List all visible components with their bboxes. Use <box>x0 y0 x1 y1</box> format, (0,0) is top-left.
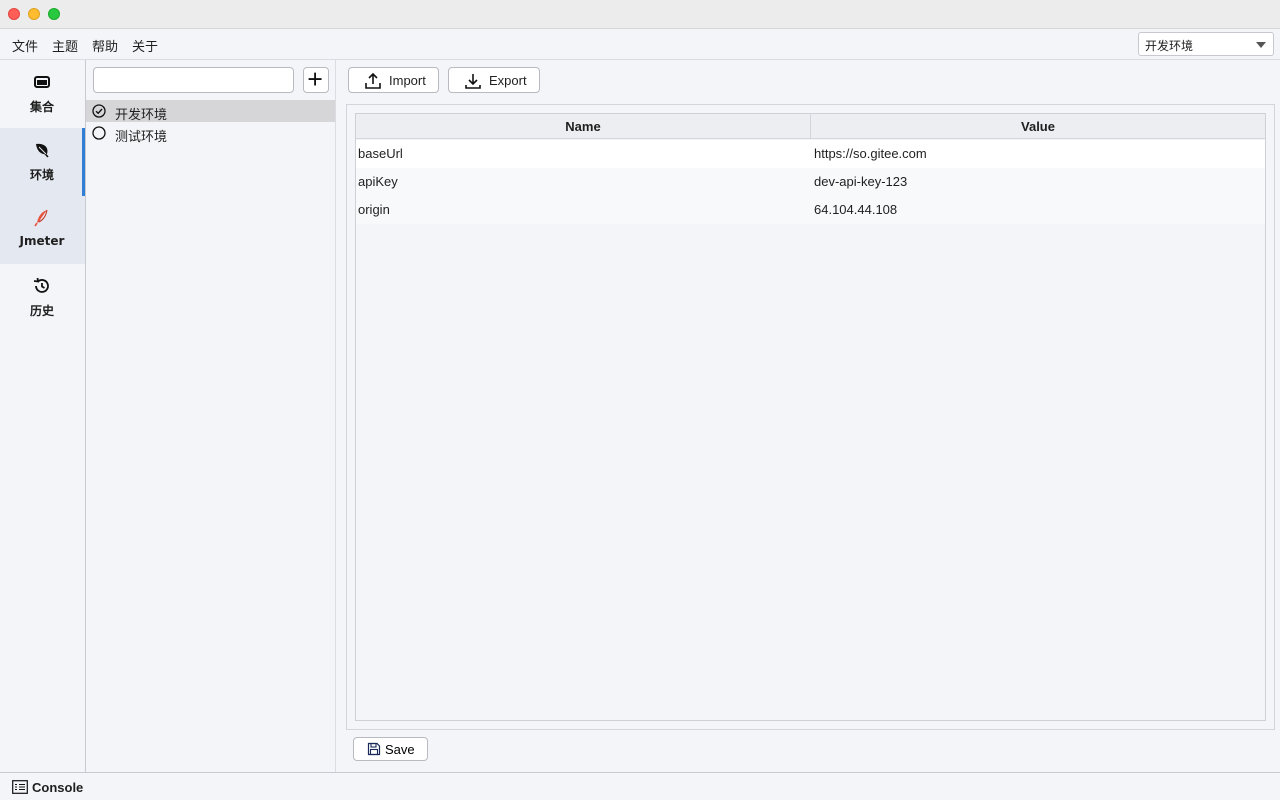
status-bar: Console <box>0 772 1280 800</box>
nav-item-label: 集合 <box>29 100 54 114</box>
active-indicator <box>82 128 85 196</box>
nav-item-history[interactable]: 历史 <box>0 264 85 332</box>
add-environment-button[interactable] <box>303 67 329 93</box>
console-label: Console <box>32 780 84 795</box>
menu-file[interactable]: 文件 <box>12 36 38 55</box>
environment-select[interactable]: 开发环境 <box>1138 32 1274 56</box>
console-icon <box>12 780 28 794</box>
variable-name-cell[interactable]: origin <box>358 202 390 217</box>
table-row[interactable]: baseUrl https://so.gitee.com <box>356 140 1265 168</box>
nav-item-collections[interactable]: 集合 <box>0 60 85 128</box>
environment-item[interactable]: 开发环境 <box>86 100 335 123</box>
table-header: Name Value <box>356 114 1265 139</box>
check-circle-icon <box>92 104 106 118</box>
menu-help[interactable]: 帮助 <box>92 36 118 55</box>
upload-icon <box>365 72 381 89</box>
variable-value-cell[interactable]: 64.104.44.108 <box>814 202 897 217</box>
environment-search-input[interactable] <box>93 67 294 93</box>
export-button[interactable]: Export <box>448 67 540 93</box>
column-header-name[interactable]: Name <box>356 119 810 134</box>
nav-item-label: 历史 <box>29 304 54 318</box>
feather-icon <box>34 209 48 227</box>
import-button[interactable]: Import <box>348 67 439 93</box>
circle-icon <box>92 126 106 140</box>
nav-item-label: 环境 <box>29 168 54 182</box>
variable-value-cell[interactable]: https://so.gitee.com <box>814 146 927 161</box>
nav-item-label: Jmeter <box>19 234 65 248</box>
save-icon <box>367 742 381 756</box>
variable-name-cell[interactable]: apiKey <box>358 174 398 189</box>
window-minimize-button[interactable] <box>28 8 40 20</box>
table-row[interactable]: apiKey dev-api-key-123 <box>356 168 1265 196</box>
leaf-icon <box>36 143 49 158</box>
table-row[interactable]: origin 64.104.44.108 <box>356 196 1265 224</box>
save-button[interactable]: Save <box>353 737 428 761</box>
window-close-button[interactable] <box>8 8 20 20</box>
environment-item[interactable]: 测试环境 <box>86 122 335 145</box>
environment-name: 开发环境 <box>115 108 168 123</box>
chevron-down-icon <box>1256 42 1266 48</box>
history-icon <box>33 277 49 293</box>
download-icon <box>465 74 481 89</box>
menu-bar: 文件 主题 帮助 关于 开发环境 <box>0 29 1280 60</box>
variables-table: Name Value baseUrl https://so.gitee.com … <box>355 113 1266 721</box>
export-label: Export <box>489 73 527 88</box>
collection-icon <box>34 76 50 88</box>
environment-select-value: 开发环境 <box>1145 39 1194 53</box>
environment-list-panel: 开发环境 测试环境 <box>86 60 336 772</box>
variable-name-cell[interactable]: baseUrl <box>358 146 403 161</box>
column-header-value[interactable]: Value <box>811 119 1265 134</box>
environment-name: 测试环境 <box>115 130 168 145</box>
save-label: Save <box>385 742 415 757</box>
nav-item-jmeter[interactable]: Jmeter <box>0 196 85 264</box>
nav-item-environments[interactable]: 环境 <box>0 128 85 196</box>
window-titlebar <box>0 0 1280 29</box>
variable-value-cell[interactable]: dev-api-key-123 <box>814 174 907 189</box>
import-label: Import <box>389 73 426 88</box>
window-maximize-button[interactable] <box>48 8 60 20</box>
plus-icon <box>308 72 322 86</box>
menu-theme[interactable]: 主题 <box>52 36 78 55</box>
left-nav: 集合 环境 Jmeter 历史 <box>0 60 86 772</box>
menu-about[interactable]: 关于 <box>132 36 158 55</box>
